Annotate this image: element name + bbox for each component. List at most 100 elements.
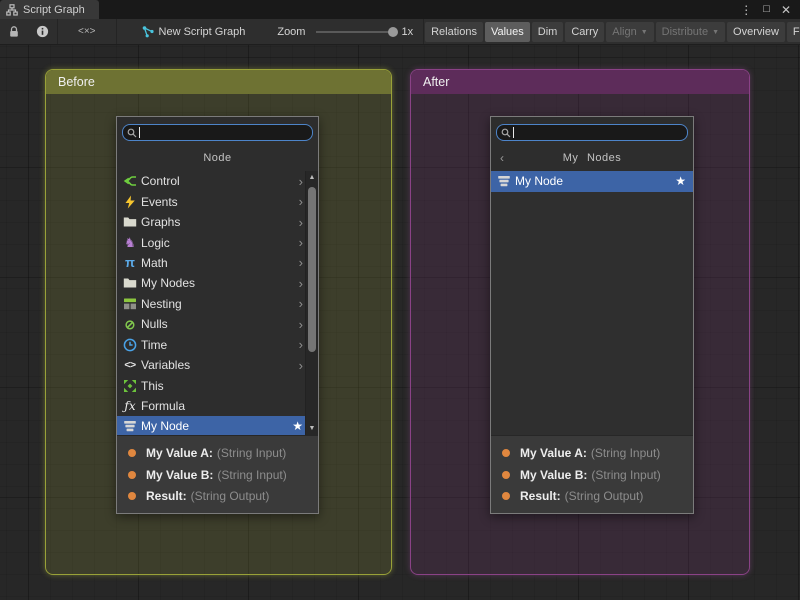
list-item[interactable]: Events ›	[117, 191, 318, 211]
window-controls: ⋮ □ ✕	[740, 0, 800, 19]
list-item[interactable]: Time ›	[117, 335, 318, 355]
node-ports-preview: My Value A: (String Input) My Value B: (…	[491, 435, 693, 513]
port-row: My Value B: (String Input)	[491, 468, 693, 482]
lock-button[interactable]	[0, 19, 28, 44]
zoom-value: 1x	[401, 26, 413, 38]
node-graph-icon	[141, 25, 155, 38]
toggle-carry[interactable]: Carry	[565, 22, 604, 42]
group-after-header[interactable]: After	[411, 70, 749, 94]
list-item[interactable]: This	[117, 375, 318, 395]
fuzzy-finder-before: Node Control › E	[116, 116, 319, 514]
list-item[interactable]: <> Variables ›	[117, 355, 318, 375]
logic-icon: ♞	[122, 235, 138, 250]
port-dot-icon	[502, 492, 510, 500]
empty-list-area	[491, 192, 693, 436]
toggle-dim[interactable]: Dim	[532, 22, 564, 42]
back-chevron-icon[interactable]: ‹	[500, 151, 504, 165]
scroll-up-icon[interactable]: ▲	[306, 171, 318, 184]
port-dot-icon	[128, 449, 136, 457]
graph-canvas[interactable]: Before After	[0, 45, 800, 600]
nesting-icon	[122, 296, 138, 311]
lock-icon	[8, 25, 20, 38]
zoom-slider-handle[interactable]	[388, 27, 398, 37]
list-item[interactable]: My Nodes ›	[117, 273, 318, 293]
list-item-selected[interactable]: My Node ★	[491, 171, 693, 192]
chevron-right-icon: ›	[299, 338, 303, 351]
list-item[interactable]: ♞ Logic ›	[117, 232, 318, 252]
favorite-star-icon[interactable]: ★	[292, 420, 303, 432]
chevron-right-icon: ›	[299, 175, 303, 188]
toggle-values[interactable]: Values	[485, 22, 530, 42]
port-row: Result: (String Output)	[491, 489, 693, 503]
node-ports-preview: My Value A: (String Input) My Value B: (…	[117, 435, 318, 513]
text-caret	[139, 127, 140, 138]
list-item-selected[interactable]: My Node ★	[117, 416, 318, 435]
chevron-right-icon: ›	[299, 236, 303, 249]
tab-label: Script Graph	[23, 4, 85, 16]
events-icon	[122, 194, 138, 209]
chevron-down-icon: ▼	[712, 29, 719, 36]
port-row: Result: (String Output)	[117, 489, 318, 503]
graph-icon	[6, 4, 18, 16]
finder-title-label: My Nodes	[563, 152, 622, 164]
search-icon	[501, 128, 511, 138]
new-script-graph-label: New Script Graph	[159, 26, 246, 38]
text-caret	[513, 127, 514, 138]
scroll-down-icon[interactable]: ▼	[306, 422, 318, 435]
chevron-right-icon: ›	[299, 297, 303, 310]
zoom-slider[interactable]	[316, 31, 394, 33]
group-after-label: After	[423, 75, 449, 89]
this-icon	[122, 378, 138, 393]
search-row	[117, 117, 318, 144]
tab-script-graph[interactable]: Script Graph	[0, 0, 99, 19]
list-item[interactable]: Nesting ›	[117, 294, 318, 314]
menu-icon[interactable]: ⋮	[740, 4, 752, 16]
search-row	[491, 117, 693, 144]
control-icon	[122, 174, 138, 189]
distribute-dropdown[interactable]: Distribute ▼	[656, 22, 725, 42]
time-icon	[122, 337, 138, 352]
scrollbar-thumb[interactable]	[308, 187, 316, 352]
chevron-right-icon: ›	[299, 318, 303, 331]
chevron-right-icon: ›	[299, 195, 303, 208]
code-icon: <×>	[78, 27, 96, 37]
fullscreen-button[interactable]: Full Screen	[787, 22, 800, 42]
zoom-label: Zoom	[273, 26, 309, 38]
port-row: My Value A: (String Input)	[491, 446, 693, 460]
search-box[interactable]	[122, 124, 313, 141]
scrollbar[interactable]: ▲ ▼	[305, 171, 318, 435]
toggle-relations[interactable]: Relations	[425, 22, 483, 42]
variables-icon: <>	[122, 358, 138, 373]
finder-title: Node	[117, 144, 318, 171]
fuzzy-finder-after: ‹ My Nodes My Node ★ My Value A:	[490, 116, 694, 514]
info-button[interactable]	[28, 19, 57, 44]
formula-icon: ƒx	[122, 399, 138, 414]
chevron-right-icon: ›	[299, 359, 303, 372]
new-script-graph-button[interactable]: New Script Graph	[131, 25, 256, 38]
group-before-header[interactable]: Before	[46, 70, 391, 94]
close-icon[interactable]: ✕	[781, 4, 791, 16]
finder-title: ‹ My Nodes	[491, 144, 693, 171]
code-view-button[interactable]: <×>	[58, 19, 116, 44]
list-item[interactable]: ⊘ Nulls ›	[117, 314, 318, 334]
favorite-star-icon[interactable]: ★	[675, 175, 686, 187]
folder-icon	[122, 276, 138, 291]
node-icon	[122, 419, 138, 434]
search-input[interactable]	[516, 127, 683, 139]
zoom-control: Zoom 1x	[273, 26, 423, 38]
search-box[interactable]	[496, 124, 688, 141]
list-item[interactable]: Control ›	[117, 171, 318, 191]
search-input[interactable]	[142, 127, 308, 139]
port-row: My Value A: (String Input)	[117, 446, 318, 460]
list-item[interactable]: ƒx Formula	[117, 396, 318, 416]
folder-icon	[122, 215, 138, 230]
group-before-label: Before	[58, 75, 95, 89]
node-icon	[496, 174, 512, 189]
maximize-icon[interactable]: □	[763, 4, 770, 15]
align-dropdown[interactable]: Align ▼	[606, 22, 653, 42]
math-icon: π	[122, 255, 138, 270]
list-item[interactable]: π Math ›	[117, 253, 318, 273]
list-item[interactable]: Graphs ›	[117, 212, 318, 232]
chevron-down-icon: ▼	[641, 29, 648, 36]
overview-button[interactable]: Overview	[727, 22, 785, 42]
